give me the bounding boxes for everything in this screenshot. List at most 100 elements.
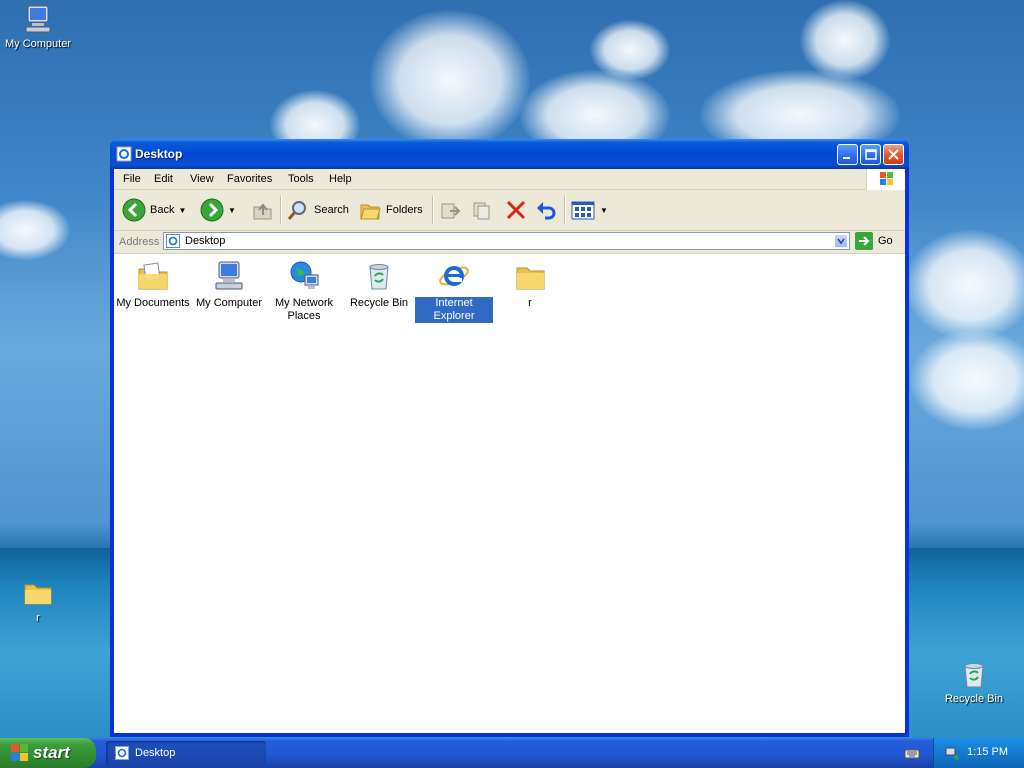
- desktop-icon-recycle-bin[interactable]: Recycle Bin: [936, 658, 1012, 706]
- start-label: start: [33, 743, 70, 762]
- up-folder-icon: [253, 203, 272, 220]
- search-label: Search: [314, 204, 349, 216]
- standard-toolbar: Back ▼ ▼ Search Folders ▼: [114, 190, 905, 231]
- up-folder-button[interactable]: [250, 198, 274, 222]
- minimize-icon: [843, 157, 850, 159]
- folder-icon: [516, 267, 545, 290]
- menu-help[interactable]: Help: [329, 173, 352, 185]
- cloud: [800, 0, 890, 80]
- my-computer-icon: [25, 5, 51, 33]
- back-arrow-icon: [122, 198, 146, 222]
- toolbar-separator: [280, 196, 282, 224]
- recycle-bin-icon: [964, 663, 984, 688]
- folders-icon: [360, 204, 381, 220]
- search-button[interactable]: Search: [286, 198, 349, 222]
- cloud: [590, 20, 670, 80]
- item-label: My Computer: [195, 297, 263, 309]
- go-button[interactable]: Go: [855, 232, 893, 250]
- menu-file[interactable]: File: [123, 173, 141, 185]
- explorer-window: Desktop File Edit View Favorites Tools H…: [110, 139, 909, 737]
- list-item[interactable]: My Network Places: [265, 259, 343, 323]
- search-icon: [287, 201, 306, 220]
- list-item[interactable]: Recycle Bin: [340, 259, 418, 310]
- window-client: File Edit View Favorites Tools Help Back…: [114, 169, 905, 733]
- menu-view[interactable]: View: [190, 173, 214, 185]
- views-icon: [571, 201, 595, 220]
- item-label: My Network Places: [274, 297, 334, 322]
- menu-bar: File Edit View Favorites Tools Help: [114, 169, 905, 190]
- desktop-icon-label: Recycle Bin: [944, 693, 1004, 705]
- copy-to-button[interactable]: [470, 198, 494, 222]
- file-view: My Documents My Computer My Network Plac…: [114, 254, 905, 733]
- delete-button[interactable]: [504, 198, 528, 222]
- back-dropdown-icon[interactable]: ▼: [178, 206, 186, 215]
- network-status-icon[interactable]: [944, 745, 960, 761]
- windows-flag-icon: [880, 172, 893, 185]
- go-label: Go: [878, 235, 893, 247]
- list-item-selected[interactable]: Internet Explorer: [415, 259, 493, 323]
- desktop-icon-label: r: [36, 612, 40, 624]
- forward-arrow-icon: [200, 198, 224, 222]
- taskbar: start Desktop 1:15 PM: [0, 738, 1024, 768]
- cloud: [910, 330, 1024, 430]
- window-app-icon: [116, 146, 132, 162]
- windows-flag-icon: [11, 744, 28, 761]
- go-arrow-icon: [855, 232, 873, 250]
- windows-logo: [866, 169, 905, 190]
- desktop-icon-r[interactable]: r: [0, 577, 76, 625]
- chevron-down-icon: [837, 238, 845, 245]
- item-label: Internet Explorer: [415, 297, 493, 323]
- list-item[interactable]: My Documents: [114, 259, 192, 310]
- cloud: [0, 200, 70, 260]
- views-dropdown-icon[interactable]: ▼: [600, 206, 608, 215]
- views-button[interactable]: ▼: [570, 198, 608, 222]
- list-item[interactable]: r: [491, 259, 569, 310]
- address-dropdown-button[interactable]: [834, 234, 848, 248]
- taskbar-item-desktop[interactable]: Desktop: [106, 741, 266, 765]
- desktop-icon-label: My Computer: [4, 38, 72, 50]
- cloud: [905, 230, 1024, 340]
- my-documents-icon: [138, 262, 168, 290]
- maximize-icon: [865, 149, 877, 160]
- desktop-icon-my-computer[interactable]: My Computer: [0, 3, 76, 51]
- recycle-bin-icon: [369, 264, 389, 290]
- title-bar[interactable]: Desktop: [110, 139, 909, 169]
- back-label: Back: [150, 204, 175, 216]
- address-field[interactable]: Desktop: [163, 232, 850, 250]
- toolbar-separator: [432, 196, 434, 224]
- forward-button[interactable]: ▼: [200, 198, 236, 222]
- back-button[interactable]: Back ▼: [122, 198, 186, 222]
- clock[interactable]: 1:15 PM: [967, 746, 1008, 758]
- toolbar-separator: [564, 196, 566, 224]
- keyboard-icon[interactable]: [904, 746, 920, 760]
- system-tray: 1:15 PM: [933, 738, 1024, 768]
- window-title: Desktop: [135, 147, 183, 161]
- desktop-window-icon: [115, 746, 129, 760]
- item-label: My Documents: [116, 297, 190, 309]
- my-network-places-icon: [290, 261, 319, 289]
- my-computer-icon: [215, 261, 243, 290]
- address-bar: Address Desktop Go: [114, 231, 905, 254]
- move-to-icon: [441, 203, 461, 219]
- address-label: Address: [119, 236, 160, 248]
- list-item[interactable]: My Computer: [190, 259, 268, 310]
- taskbar-item-label: Desktop: [135, 747, 176, 759]
- item-label: Recycle Bin: [349, 297, 409, 309]
- maximize-button[interactable]: [860, 144, 881, 165]
- address-value: Desktop: [185, 235, 226, 247]
- copy-to-icon: [473, 202, 490, 220]
- menu-favorites[interactable]: Favorites: [227, 173, 272, 185]
- close-button[interactable]: [883, 144, 904, 165]
- minimize-button[interactable]: [837, 144, 858, 165]
- folders-label: Folders: [386, 204, 423, 216]
- start-button[interactable]: start: [0, 738, 96, 768]
- forward-dropdown-icon[interactable]: ▼: [228, 206, 236, 215]
- menu-edit[interactable]: Edit: [154, 173, 173, 185]
- cloud: [370, 10, 530, 150]
- close-icon: [888, 149, 899, 160]
- move-to-button[interactable]: [438, 198, 462, 222]
- menu-tools[interactable]: Tools: [288, 173, 314, 185]
- undo-button[interactable]: [534, 198, 558, 222]
- folders-button[interactable]: Folders: [358, 198, 423, 222]
- delete-icon: [506, 200, 526, 220]
